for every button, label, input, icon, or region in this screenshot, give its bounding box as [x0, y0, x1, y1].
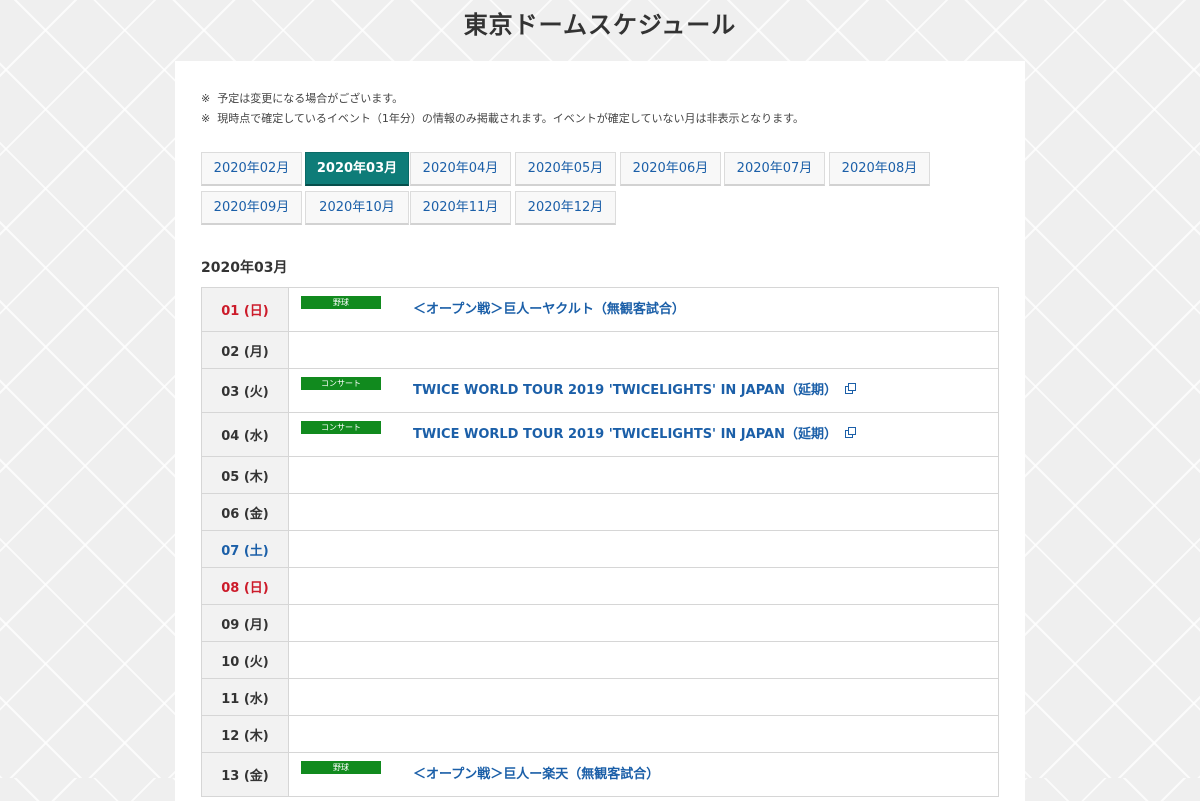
- schedule-row: 02 (月): [201, 331, 999, 369]
- notes: ※ 予定は変更になる場合がございます。 ※ 現時点で確定しているイベント（1年分）の…: [201, 89, 804, 129]
- event-cell: [288, 604, 999, 642]
- note-text: 予定は変更になる場合がございます。: [217, 92, 404, 105]
- date-cell: 13 (金): [201, 752, 289, 797]
- event-cell: [288, 456, 999, 494]
- event-cell: 野球 ＜オープン戦＞巨人ーヤクルト（無観客試合）: [288, 287, 999, 332]
- event-cell: [288, 641, 999, 679]
- category-badge: コンサート: [301, 377, 381, 390]
- event-title: ＜オープン戦＞巨人ー楽天（無観客試合）: [413, 767, 660, 782]
- schedule-row: 01 (日) 野球 ＜オープン戦＞巨人ーヤクルト（無観客試合）: [201, 287, 999, 332]
- event-cell: [288, 678, 999, 716]
- month-tab[interactable]: 2020年05月: [515, 152, 616, 186]
- schedule-panel: ※ 予定は変更になる場合がございます。 ※ 現時点で確定しているイベント（1年分）の…: [175, 61, 1025, 801]
- schedule-row: 03 (火) コンサート TWICE WORLD TOUR 2019 'TWICEL…: [201, 368, 999, 413]
- category-badge: コンサート: [301, 421, 381, 434]
- date-cell: 01 (日): [201, 287, 289, 332]
- schedule-row: 04 (水) コンサート TWICE WORLD TOUR 2019 'TWICEL…: [201, 412, 999, 457]
- event-cell: コンサート TWICE WORLD TOUR 2019 'TWICELIGHTS'…: [288, 412, 999, 457]
- category-badge: 野球: [301, 761, 381, 774]
- schedule-row: 13 (金) 野球 ＜オープン戦＞巨人ー楽天（無観客試合）: [201, 752, 999, 797]
- date-cell: 09 (月): [201, 604, 289, 642]
- month-tab[interactable]: 2020年07月: [724, 152, 825, 186]
- external-window-icon[interactable]: [844, 383, 857, 395]
- month-tab[interactable]: 2020年08月: [829, 152, 930, 186]
- month-tab[interactable]: 2020年12月: [515, 191, 616, 225]
- schedule-row: 05 (木): [201, 456, 999, 494]
- event-cell: [288, 530, 999, 568]
- event-cell: [288, 331, 999, 369]
- date-cell: 02 (月): [201, 331, 289, 369]
- date-cell: 12 (木): [201, 715, 289, 753]
- note-mark: ※: [201, 112, 211, 125]
- event-title: TWICE WORLD TOUR 2019 'TWICELIGHTS' IN J…: [413, 427, 837, 442]
- date-cell: 04 (水): [201, 412, 289, 457]
- schedule-row: 07 (土): [201, 530, 999, 568]
- event-title-link[interactable]: TWICE WORLD TOUR 2019 'TWICELIGHTS' IN J…: [413, 423, 857, 442]
- month-tab[interactable]: 2020年09月: [201, 191, 302, 225]
- month-heading: 2020年03月: [201, 260, 288, 276]
- date-cell: 03 (火): [201, 368, 289, 413]
- event-cell: [288, 715, 999, 753]
- page-title: 東京ドームスケジュール: [463, 11, 737, 39]
- event-title: ＜オープン戦＞巨人ーヤクルト（無観客試合）: [413, 302, 685, 317]
- date-cell: 07 (土): [201, 530, 289, 568]
- event-cell: コンサート TWICE WORLD TOUR 2019 'TWICELIGHTS'…: [288, 368, 999, 413]
- schedule-row: 10 (火): [201, 641, 999, 679]
- schedule-row: 06 (金): [201, 493, 999, 531]
- event-cell: 野球 ＜オープン戦＞巨人ー楽天（無観客試合）: [288, 752, 999, 797]
- schedule-row: 11 (水): [201, 678, 999, 716]
- note-text: 現時点で確定しているイベント（1年分）の情報のみ掲載されます。イベントが確定して…: [217, 112, 805, 125]
- note-mark: ※: [201, 92, 211, 105]
- month-tab[interactable]: 2020年03月: [305, 152, 409, 186]
- schedule-table: 01 (日) 野球 ＜オープン戦＞巨人ーヤクルト（無観客試合） 02 (月) 03 (火…: [201, 287, 999, 797]
- external-window-icon[interactable]: [844, 427, 857, 439]
- month-tab[interactable]: 2020年11月: [410, 191, 511, 225]
- month-tab[interactable]: 2020年04月: [410, 152, 511, 186]
- category-badge: 野球: [301, 296, 381, 309]
- schedule-row: 08 (日): [201, 567, 999, 605]
- event-title-link[interactable]: ＜オープン戦＞巨人ーヤクルト（無観客試合）: [413, 298, 685, 317]
- event-title-link[interactable]: TWICE WORLD TOUR 2019 'TWICELIGHTS' IN J…: [413, 379, 857, 398]
- date-cell: 06 (金): [201, 493, 289, 531]
- date-cell: 08 (日): [201, 567, 289, 605]
- date-cell: 11 (水): [201, 678, 289, 716]
- note-item: ※ 現時点で確定しているイベント（1年分）の情報のみ掲載されます。イベントが確定し…: [201, 109, 804, 129]
- month-tab[interactable]: 2020年02月: [201, 152, 302, 186]
- schedule-row: 12 (木): [201, 715, 999, 753]
- date-cell: 05 (木): [201, 456, 289, 494]
- schedule-row: 09 (月): [201, 604, 999, 642]
- month-tab[interactable]: 2020年06月: [620, 152, 721, 186]
- note-item: ※ 予定は変更になる場合がございます。: [201, 89, 804, 109]
- event-cell: [288, 567, 999, 605]
- event-title-link[interactable]: ＜オープン戦＞巨人ー楽天（無観客試合）: [413, 763, 659, 782]
- event-cell: [288, 493, 999, 531]
- month-tab[interactable]: 2020年10月: [305, 191, 409, 225]
- date-cell: 10 (火): [201, 641, 289, 679]
- event-title: TWICE WORLD TOUR 2019 'TWICELIGHTS' IN J…: [413, 383, 837, 398]
